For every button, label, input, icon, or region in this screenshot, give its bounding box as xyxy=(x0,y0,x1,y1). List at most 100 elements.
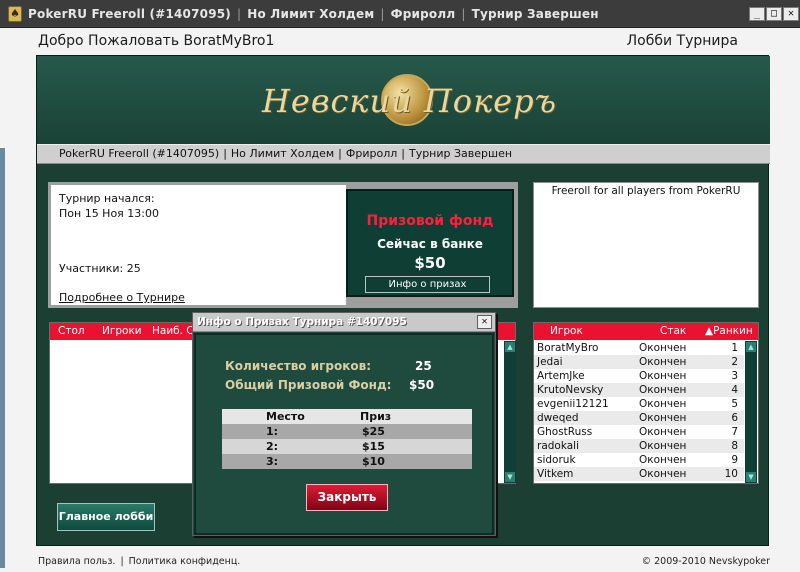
prize-info-button[interactable]: Инфо о призах xyxy=(365,276,490,293)
tournament-info-strip: PokerRU Freeroll (#1407095) | Но Лимит Хол… xyxy=(37,144,770,164)
total-pool-value: $50 xyxy=(409,378,435,392)
prize-amount: $10 xyxy=(362,455,385,468)
column-header-max-stack[interactable]: Наиб. С xyxy=(152,323,194,340)
window-title-status: Турнир Завершен xyxy=(471,7,599,21)
tournament-details-link[interactable]: Подробнее о Турнире xyxy=(59,291,185,304)
strip-game-type: Но Лимит Холдем xyxy=(230,147,335,160)
list-item[interactable]: radokali Окончен 8 xyxy=(534,439,744,453)
prize-info-dialog: Инфо о Призах Турнира #1407095 ✕ Количес… xyxy=(192,312,496,536)
privacy-link[interactable]: Политика конфиденц. xyxy=(129,556,241,567)
list-item[interactable]: ArtemJke Окончен 3 xyxy=(534,369,744,383)
close-button[interactable]: Закрыть xyxy=(306,484,388,511)
strip-status: Турнир Завершен xyxy=(408,147,513,160)
player-rank: 7 xyxy=(731,426,738,438)
app-logo-icon: ♠ xyxy=(8,6,22,22)
total-pool-label: Общий Призовой Фонд: xyxy=(225,378,392,392)
table-row: 2: $15 xyxy=(222,439,472,454)
scroll-up-arrow-icon[interactable]: ▲ xyxy=(505,342,515,352)
players-list-panel: Игрок Стак ▲Ранкин BoratMyBro Окончен 1 Je… xyxy=(533,322,759,484)
strip-separator: | xyxy=(401,147,405,160)
players-count-label: Количество игроков: xyxy=(225,359,372,373)
scroll-down-arrow-icon[interactable]: ▼ xyxy=(505,472,515,482)
player-name: Jedai xyxy=(537,356,563,368)
terms-link[interactable]: Правила польз. xyxy=(38,556,115,567)
window-title-type: Фриролл xyxy=(390,7,456,21)
player-stack: Окончен xyxy=(639,426,687,438)
footer-links: Правила польз. | Политика конфиденц. xyxy=(38,556,240,567)
window-close-button[interactable]: ✕ xyxy=(783,7,799,21)
list-item[interactable]: Vitkem Окончен 10 xyxy=(534,467,744,481)
maximize-button[interactable]: □ xyxy=(766,7,782,21)
welcome-text: Добро Пожаловать BoratMyBro1 xyxy=(38,33,275,49)
brand-logo-text: Невский Покеръ xyxy=(262,82,557,120)
column-header-prize: Приз xyxy=(360,410,392,423)
players-count-value: 25 xyxy=(415,359,432,373)
start-time-label: Турнир начался: xyxy=(59,192,155,205)
window-title-app: PokerRU Freeroll (#1407095) xyxy=(28,7,231,21)
tables-scrollbar[interactable]: ▲ ▼ xyxy=(504,341,516,483)
player-stack: Окончен xyxy=(639,398,687,410)
prize-table: Место Приз 1: $25 2: $15 3: $10 xyxy=(222,409,472,469)
list-item[interactable]: Jedai Окончен 2 xyxy=(534,355,744,369)
prize-amount: $25 xyxy=(362,425,385,438)
strip-separator: | xyxy=(338,147,342,160)
list-item[interactable]: GhostRuss Окончен 7 xyxy=(534,425,744,439)
column-header-table[interactable]: Стол xyxy=(58,323,85,340)
player-name: KrutoNevsky xyxy=(537,384,604,396)
copyright-text: © 2009-2010 Nevskypoker xyxy=(641,556,770,567)
player-stack: Окончен xyxy=(639,384,687,396)
column-header-players[interactable]: Игроки xyxy=(102,323,142,340)
player-name: dweqed xyxy=(537,412,579,424)
window-titlebar[interactable]: ♠ PokerRU Freeroll (#1407095) | Но Лимит Х… xyxy=(0,0,800,28)
prize-pool-title: Призовой фонд xyxy=(366,213,494,229)
player-stack: Окончен xyxy=(639,440,687,452)
player-stack: Окончен xyxy=(639,412,687,424)
brand-banner: Невский Покеръ xyxy=(37,56,770,146)
list-item[interactable]: BoratMyBro Окончен 1 xyxy=(534,341,744,355)
main-lobby-button[interactable]: Главное лобби xyxy=(57,503,155,531)
player-stack: Окончен xyxy=(639,342,687,354)
list-item[interactable]: evgenii12121 Окончен 5 xyxy=(534,397,744,411)
minimize-button[interactable]: _ xyxy=(749,7,765,21)
prize-pool-box: Призовой фонд Сейчас в банке $50 Инфо о … xyxy=(346,189,514,297)
player-stack: Окончен xyxy=(639,468,687,480)
column-header-rank[interactable]: ▲Ранкин xyxy=(705,323,753,340)
player-rank: 3 xyxy=(731,370,738,382)
table-row: 1: $25 xyxy=(222,424,472,439)
scroll-down-arrow-icon[interactable]: ▼ xyxy=(746,472,756,482)
prize-place: 1: xyxy=(266,425,279,438)
strip-tournament-name: PokerRU Freeroll (#1407095) xyxy=(59,147,220,160)
scroll-up-arrow-icon[interactable]: ▲ xyxy=(746,342,756,352)
window-title: PokerRU Freeroll (#1407095) | Но Лимит Хол… xyxy=(28,7,599,21)
strip-separator: | xyxy=(223,147,227,160)
player-rank: 2 xyxy=(731,356,738,368)
dialog-close-icon[interactable]: ✕ xyxy=(477,315,492,329)
players-scrollbar[interactable]: ▲ ▼ xyxy=(745,341,757,483)
player-name: evgenii12121 xyxy=(537,398,609,410)
list-item[interactable]: KrutoNevsky Окончен 4 xyxy=(534,383,744,397)
background-window-edge xyxy=(0,148,5,568)
player-stack: Окончен xyxy=(639,454,687,466)
table-row: 3: $10 xyxy=(222,454,472,469)
tournament-description: Freeroll for all players from PokerRU xyxy=(533,182,759,308)
player-rank: 6 xyxy=(731,412,738,424)
title-separator: | xyxy=(380,7,385,21)
dialog-titlebar[interactable]: Инфо о Призах Турнира #1407095 ✕ xyxy=(193,313,495,332)
player-rank: 5 xyxy=(731,398,738,410)
player-name: BoratMyBro xyxy=(537,342,599,354)
footer-separator: | xyxy=(120,556,124,567)
column-header-stack[interactable]: Стак xyxy=(660,323,686,340)
tournament-info: Турнир начался: Пон 15 Ноя 13:00 Участни… xyxy=(51,185,346,305)
brand-logo: Невский Покеръ xyxy=(262,74,556,132)
list-item[interactable]: sidoruk Окончен 9 xyxy=(534,453,744,467)
player-stack: Окончен xyxy=(639,356,687,368)
player-rank: 8 xyxy=(731,440,738,452)
players-header: Игрок Стак ▲Ранкин xyxy=(534,323,758,340)
list-item[interactable]: dweqed Окончен 6 xyxy=(534,411,744,425)
player-name: sidoruk xyxy=(537,454,576,466)
prize-place: 2: xyxy=(266,440,279,453)
player-stack: Окончен xyxy=(639,370,687,382)
tournament-lobby-window: ♠ PokerRU Freeroll (#1407095) | Но Лимит Х… xyxy=(0,0,800,572)
participants-count: Участники: 25 xyxy=(59,262,141,275)
column-header-player[interactable]: Игрок xyxy=(550,323,583,340)
